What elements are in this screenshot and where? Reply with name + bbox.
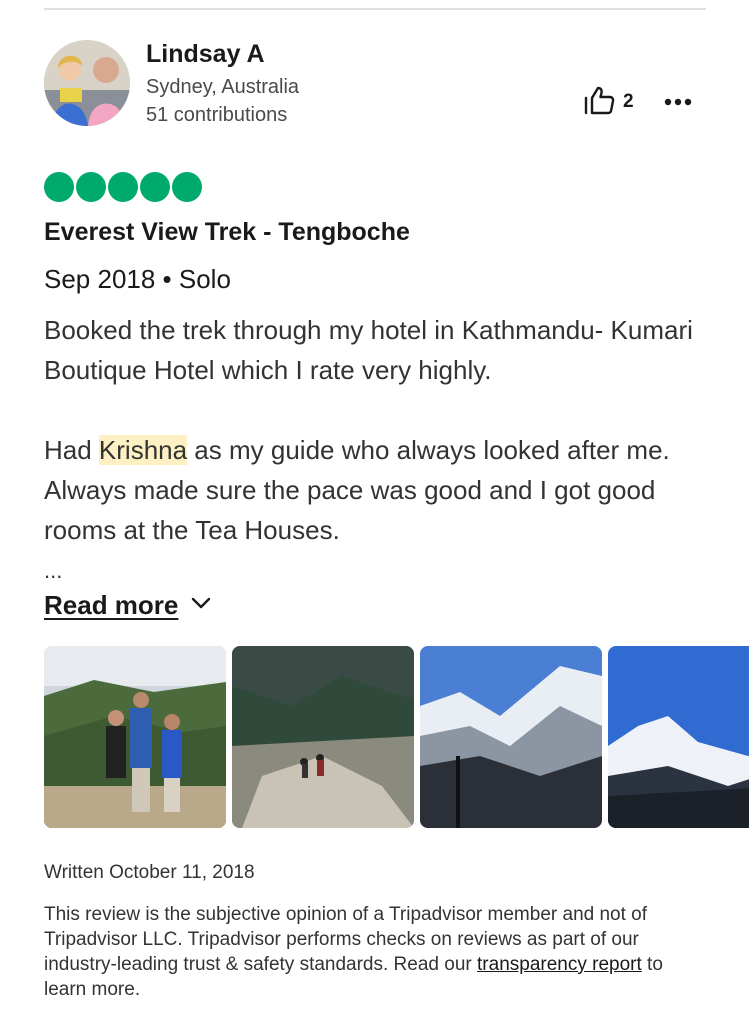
review-title[interactable]: Everest View Trek - Tengboche [44,218,410,247]
review-paragraph: Had Krishna as my guide who always looke… [44,430,714,550]
rating-bubble [44,172,74,202]
helpful-vote-button[interactable]: 2 [583,84,634,120]
review-body: Booked the trek through my hotel in Kath… [44,310,714,550]
user-contributions: 51 contributions [146,104,288,126]
chevron-down-icon [190,596,212,615]
review-header: Lindsay A Sydney, Australia 51 contribut… [44,40,706,132]
more-options-button[interactable] [658,88,698,116]
review-disclaimer: This review is the subjective opinion of… [44,902,704,1002]
review-photo[interactable] [420,646,602,828]
transparency-report-link[interactable]: transparency report [477,954,642,975]
thumbs-up-icon [583,85,617,120]
review-photo[interactable] [232,646,414,828]
rating-bubble [140,172,170,202]
truncation-ellipsis: ... [44,558,63,583]
rating-bubble [108,172,138,202]
highlighted-keyword: Krishna [98,435,188,465]
review-photo-strip [44,646,749,828]
review-text: Had [44,435,99,465]
written-date: Written October 11, 2018 [44,862,255,883]
review-photo[interactable] [608,646,749,828]
more-options-icon [664,93,692,111]
read-more-label: Read more [44,590,179,620]
rating-bubble [172,172,202,202]
rating-bubble [76,172,106,202]
bubble-rating [44,172,202,202]
review-meta: Sep 2018 • Solo [44,264,231,294]
top-divider [44,8,706,10]
review-photo[interactable] [44,646,226,828]
review-paragraph: Booked the trek through my hotel in Kath… [44,315,693,385]
read-more-button[interactable]: Read more [44,590,212,621]
user-avatar[interactable] [44,40,130,126]
user-location: Sydney, Australia [146,76,300,98]
user-name[interactable]: Lindsay A [146,40,265,69]
helpful-count: 2 [623,91,634,112]
